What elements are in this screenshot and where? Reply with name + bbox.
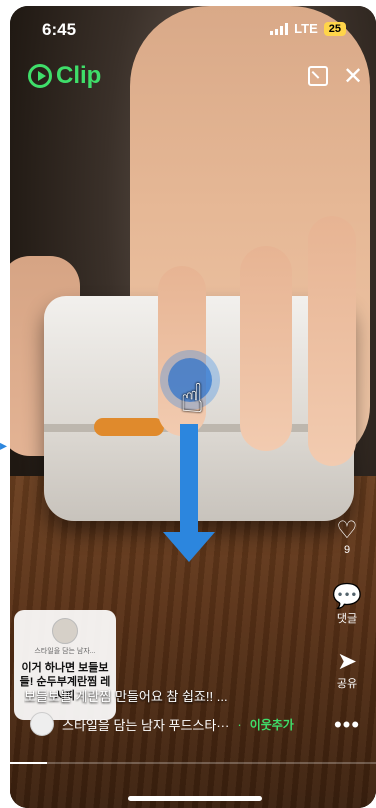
heart-icon: ♡ bbox=[336, 517, 358, 544]
signal-area: LTE 25 bbox=[270, 21, 346, 36]
video-progress[interactable] bbox=[10, 762, 376, 764]
status-time: 6:45 bbox=[42, 20, 77, 39]
logo-text: Clip bbox=[56, 62, 102, 89]
swipe-arrow-shaft bbox=[180, 424, 198, 534]
follow-button[interactable]: 이웃추가 bbox=[250, 716, 294, 733]
clip-logo: Clip bbox=[28, 62, 101, 90]
network-label: LTE bbox=[294, 21, 318, 36]
swipe-arrow-head bbox=[163, 532, 215, 562]
card-subtitle: 스타일을 담는 남자... bbox=[34, 648, 96, 655]
like-button[interactable]: ♡ 9 bbox=[332, 517, 362, 557]
send-icon: ➤ bbox=[336, 648, 358, 675]
signal-icon bbox=[270, 22, 289, 35]
finger bbox=[308, 216, 356, 466]
share-label: 공유 bbox=[336, 678, 358, 690]
channel-name[interactable]: 스타일을 담는 남자 푸드스타··· bbox=[62, 715, 229, 734]
status-bar: 6:45 LTE 25 bbox=[10, 6, 376, 54]
close-icon[interactable]: ✕ bbox=[342, 65, 364, 89]
edge-marker-icon: ▸ bbox=[0, 437, 8, 453]
battery-icon: 25 bbox=[323, 21, 346, 36]
video-caption[interactable]: 보들보들 계란찜 만들어요 참 쉽죠!! ... bbox=[24, 686, 324, 705]
channel-row[interactable]: 스타일을 담는 남자 푸드스타··· · 이웃추가 bbox=[30, 712, 294, 736]
clip-player: 6:45 LTE 25 Clip ✕ ☝ ♡ 9 💬 댓글 ➤ 공유 ••• 스… bbox=[10, 6, 376, 808]
egg bbox=[94, 418, 164, 436]
play-icon bbox=[28, 64, 52, 88]
finger bbox=[240, 246, 292, 451]
home-indicator bbox=[128, 796, 262, 801]
comment-label: 댓글 bbox=[336, 613, 358, 625]
minimize-icon[interactable] bbox=[308, 66, 328, 86]
hand-pointer-icon: ☝ bbox=[180, 377, 205, 421]
like-count: 9 bbox=[343, 544, 351, 556]
separator-dot: · bbox=[237, 716, 242, 732]
more-options-button[interactable]: ••• bbox=[332, 712, 362, 738]
progress-fill bbox=[10, 762, 47, 764]
share-button[interactable]: ➤ 공유 bbox=[332, 649, 362, 691]
avatar[interactable] bbox=[30, 712, 54, 736]
comment-button[interactable]: 💬 댓글 bbox=[332, 584, 362, 626]
avatar bbox=[52, 618, 78, 644]
comment-icon: 💬 bbox=[332, 583, 362, 610]
